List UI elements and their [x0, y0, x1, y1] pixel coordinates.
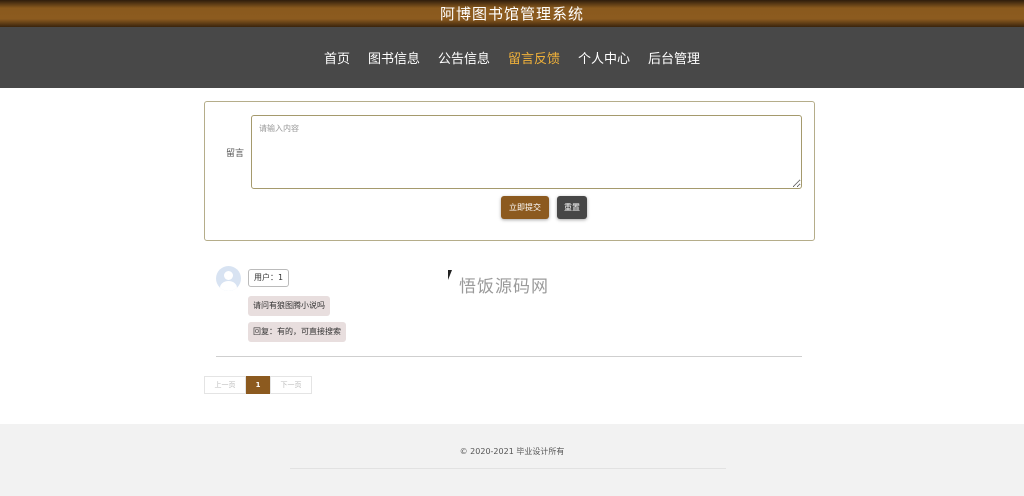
- next-page-button[interactable]: 下一页: [270, 376, 312, 394]
- avatar: [216, 266, 241, 291]
- nav-item-profile[interactable]: 个人中心: [578, 48, 630, 67]
- site-title: 阿博图书馆管理系统: [439, 5, 584, 23]
- nav-item-books[interactable]: 图书信息: [368, 48, 420, 67]
- comment-user: 用户：1: [248, 269, 290, 287]
- pagination: 上一页 1 下一页: [204, 376, 312, 394]
- avatar-head-shape: [224, 271, 233, 280]
- avatar-body-shape: [220, 281, 237, 291]
- footer-copyright: © 2020-2021 毕业设计所有: [459, 447, 565, 456]
- nav-item-admin[interactable]: 后台管理: [648, 48, 700, 67]
- footer-divider: [290, 468, 726, 469]
- header-bar: 阿博图书馆管理系统: [0, 0, 1024, 27]
- comment-content: 请问有狼图腾小说吗: [248, 296, 330, 316]
- nav-item-notices[interactable]: 公告信息: [438, 48, 490, 67]
- nav-item-feedback[interactable]: 留言反馈: [508, 48, 560, 67]
- nav-item-home[interactable]: 首页: [324, 48, 350, 67]
- watermark: 悟饭源码网: [459, 277, 549, 297]
- submit-button[interactable]: 立即提交: [501, 196, 549, 219]
- reset-button[interactable]: 重置: [557, 196, 587, 219]
- prev-page-button[interactable]: 上一页: [204, 376, 246, 394]
- mouse-cursor-icon: [448, 270, 455, 280]
- message-form: 留言 立即提交 重置: [204, 101, 815, 241]
- page-number-current[interactable]: 1: [246, 376, 270, 394]
- message-field-label: 留言: [226, 149, 245, 159]
- main-nav: 首页 图书信息 公告信息 留言反馈 个人中心 后台管理: [0, 27, 1024, 88]
- message-input[interactable]: [251, 115, 802, 189]
- footer: © 2020-2021 毕业设计所有: [0, 424, 1024, 496]
- comment-reply: 回复：有的，可直接搜索: [248, 322, 346, 342]
